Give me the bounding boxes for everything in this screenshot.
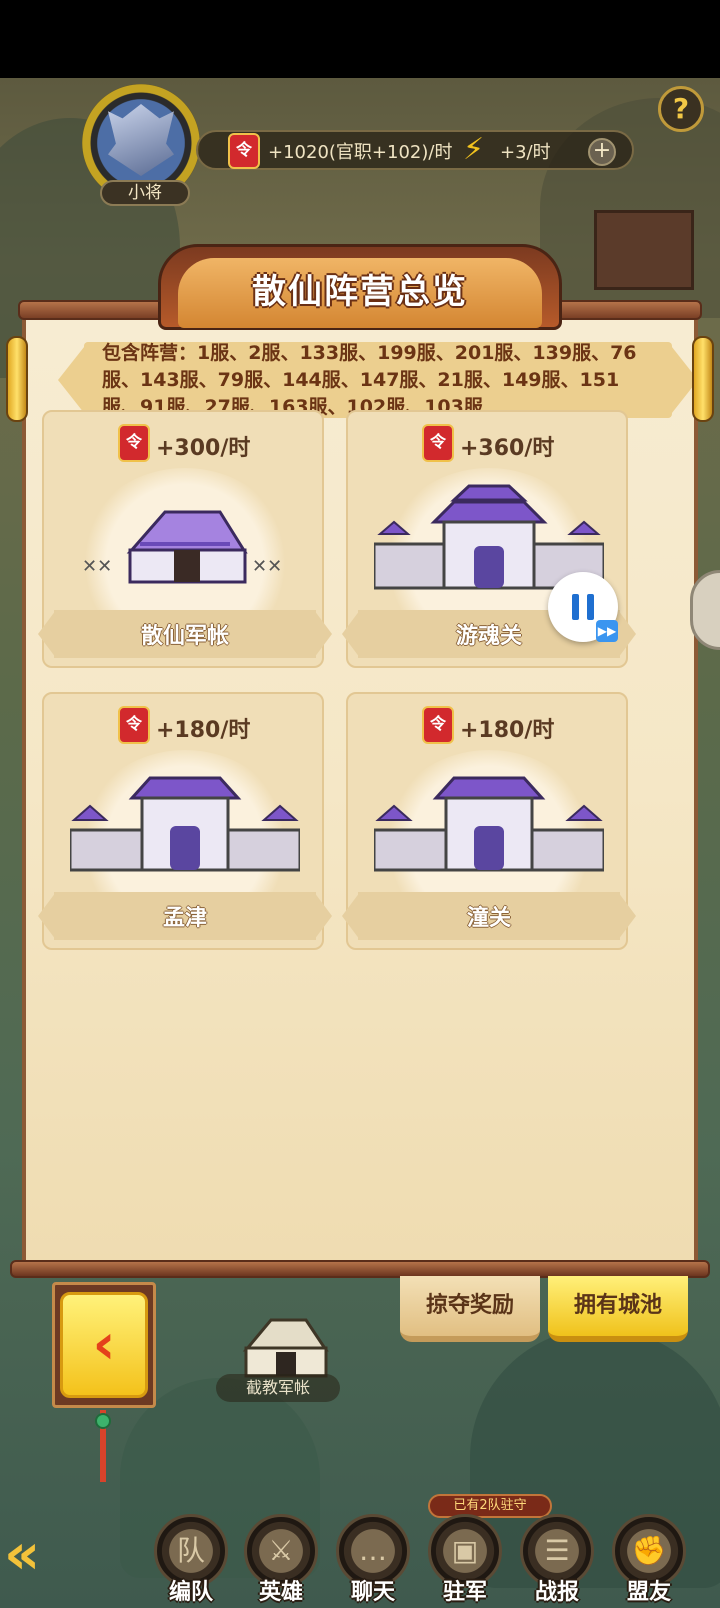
nav-label: 英雄 — [258, 1580, 303, 1605]
camp-card[interactable]: 令 +180/时 孟津 — [42, 692, 324, 950]
back-button[interactable]: ‹ — [60, 1292, 148, 1398]
nav-label: 聊天 — [350, 1580, 395, 1605]
command-token-icon: 令 — [422, 424, 454, 462]
svg-text:✕✕: ✕✕ — [252, 556, 282, 577]
tab-loot-rewards[interactable]: 掠夺奖励 — [400, 1276, 540, 1342]
nav-allies[interactable]: ✊ 盟友 — [610, 1514, 688, 1605]
card-rate: +180/时 — [460, 718, 555, 743]
nav-label: 编队 — [168, 1580, 213, 1605]
card-name: 散仙军帐 — [140, 624, 229, 649]
nav-heroes[interactable]: ⚔ 英雄 — [242, 1514, 320, 1605]
media-pause-button[interactable]: ▶▶ — [548, 572, 618, 642]
scroll-knob-left — [6, 336, 28, 422]
camp-overview-panel: 包含阵营：1服、2服、133服、199服、201服、139服、76服、143服、… — [6, 244, 714, 1278]
tent-icon: ✕✕ ✕✕ — [82, 510, 282, 584]
command-token-icon: 令 — [118, 424, 150, 462]
camp-card[interactable]: 令 +180/时 潼关 — [346, 692, 628, 950]
nav-formation[interactable]: 队 编队 — [152, 1514, 230, 1605]
included-servers-text: 包含阵营：1服、2服、133服、199服、201服、139服、76服、143服、… — [102, 342, 637, 418]
tab-owned-cities[interactable]: 拥有城池 — [548, 1276, 688, 1342]
panel-title: 散仙阵营总览 — [252, 272, 468, 312]
nav-chat[interactable]: … 聊天 — [334, 1514, 412, 1605]
map-camp-label: 截教军帐 — [216, 1374, 340, 1402]
energy-rate: +3/时 — [500, 142, 551, 163]
command-token-icon: 令 — [118, 706, 150, 744]
rank-badge: 小将 — [100, 180, 190, 206]
help-button[interactable]: ? — [658, 86, 704, 132]
income-rate: +1020(官职+102)/时 — [268, 142, 453, 163]
card-rate: +180/时 — [156, 718, 251, 743]
card-name: 孟津 — [162, 906, 207, 931]
pause-icon — [572, 594, 594, 620]
fortress-icon — [374, 776, 604, 872]
fortress-icon — [70, 776, 300, 872]
command-token-icon: 令 — [228, 133, 260, 169]
collapse-arrow-icon[interactable]: « — [4, 1520, 124, 1590]
status-bar-area — [0, 0, 720, 78]
nav-label: 驻军 — [442, 1580, 487, 1605]
pole-dot — [95, 1413, 111, 1429]
panel-paper: 包含阵营：1服、2服、133服、199服、201服、139服、76服、143服、… — [22, 318, 698, 1262]
lightning-icon: ⚡ — [463, 132, 485, 167]
card-name: 潼关 — [466, 906, 511, 931]
command-token-icon: 令 — [422, 706, 454, 744]
add-energy-button[interactable]: + — [588, 138, 616, 166]
card-rate: +300/时 — [156, 436, 251, 461]
nav-garrison[interactable]: ▣ 驻军 — [426, 1514, 504, 1605]
camp-card[interactable]: 令 +300/时 ✕✕ ✕✕ 散仙军帐 — [42, 410, 324, 668]
camp-tent-icon[interactable] — [216, 1310, 346, 1380]
scroll-knob-right — [692, 336, 714, 422]
card-rate: +360/时 — [460, 436, 555, 461]
nav-label: 盟友 — [626, 1580, 671, 1605]
fast-forward-icon[interactable]: ▶▶ — [596, 620, 618, 642]
svg-text:✕✕: ✕✕ — [82, 556, 112, 577]
nav-battle-report[interactable]: ☰ 战报 — [518, 1514, 596, 1605]
map-tower-decoration — [594, 210, 694, 290]
nav-label: 战报 — [534, 1580, 579, 1605]
